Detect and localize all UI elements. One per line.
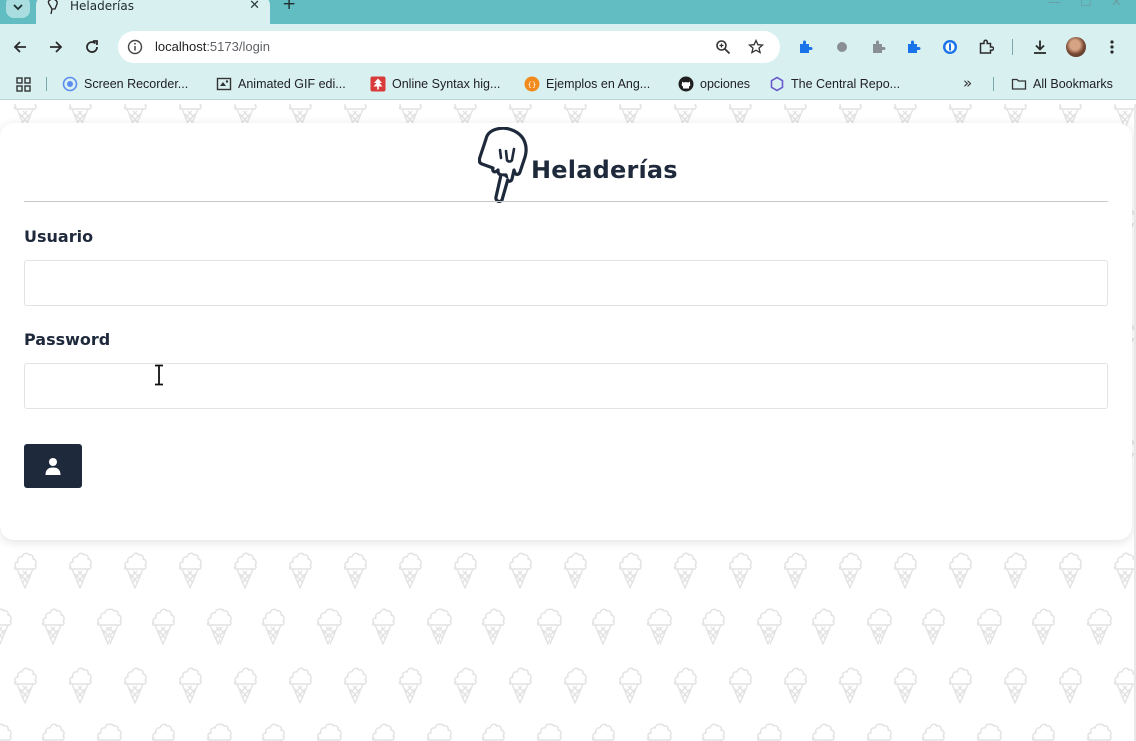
zoom-icon[interactable] xyxy=(715,39,731,55)
bookmarks-separator xyxy=(993,77,994,91)
apps-grid-icon[interactable] xyxy=(16,77,31,92)
usuario-label: Usuario xyxy=(24,227,94,246)
tab-title: Heladerías xyxy=(70,0,134,13)
window-close-icon[interactable]: ✕ xyxy=(1111,0,1122,10)
close-tab-icon[interactable]: ✕ xyxy=(249,0,260,13)
password-input[interactable] xyxy=(24,363,1108,409)
bookmark-animated-gif[interactable]: Animated GIF edi... xyxy=(216,76,346,92)
gif-editor-icon xyxy=(216,77,232,91)
password-label: Password xyxy=(24,330,111,349)
download-icon[interactable] xyxy=(1032,39,1048,55)
tab-strip: Heladerías ✕ + — ☐ ✕ xyxy=(0,0,1136,24)
brand: Heladerías xyxy=(478,127,678,203)
more-menu-icon[interactable] xyxy=(1104,39,1120,55)
ejemplos-icon: {} xyxy=(524,76,540,92)
user-icon xyxy=(45,458,61,475)
popsicle-favicon-icon xyxy=(47,0,58,15)
brand-title: Heladerías xyxy=(531,156,678,184)
extension-puzzle-blue-icon[interactable] xyxy=(797,39,813,55)
tab-search-button[interactable] xyxy=(6,0,30,18)
usuario-input[interactable] xyxy=(24,260,1108,306)
active-tab[interactable]: Heladerías ✕ xyxy=(36,0,270,24)
bookmark-label: opciones xyxy=(700,77,751,91)
maximize-icon[interactable]: ☐ xyxy=(1080,0,1092,10)
forward-icon[interactable] xyxy=(46,37,66,57)
chrome-border xyxy=(0,99,1136,100)
bookmark-label: Animated GIF edi... xyxy=(238,77,346,91)
new-tab-icon[interactable]: + xyxy=(282,0,296,14)
more-bookmarks-icon[interactable]: » xyxy=(963,74,972,92)
bookmark-opciones[interactable]: opciones xyxy=(678,76,750,92)
chevron-down-icon xyxy=(13,4,23,11)
extension-puzzle-gray-icon[interactable] xyxy=(870,39,886,55)
bookmark-label: Screen Recorder... xyxy=(84,77,189,91)
page-viewport: Heladerías Usuario Password xyxy=(0,104,1134,741)
text-cursor-icon xyxy=(155,364,163,386)
address-text[interactable]: localhost:5173/login xyxy=(155,39,270,54)
bookmark-screen-recorder[interactable]: Screen Recorder... xyxy=(62,76,188,92)
bookmark-star-icon[interactable] xyxy=(748,39,764,55)
all-bookmarks-folder[interactable]: All Bookmarks xyxy=(1011,76,1113,92)
reload-icon[interactable] xyxy=(82,37,102,57)
hexagon-icon xyxy=(770,76,784,92)
minimize-icon[interactable]: — xyxy=(1048,0,1061,10)
bookmark-label: Ejemplos en Ang... xyxy=(546,77,651,91)
avatar[interactable] xyxy=(1066,37,1086,57)
bookmark-online-syntax[interactable]: Online Syntax hig... xyxy=(370,76,500,92)
tree-icon xyxy=(370,76,386,92)
all-bookmarks-label: All Bookmarks xyxy=(1033,77,1113,91)
github-icon xyxy=(678,76,694,92)
screen-recorder-icon xyxy=(62,76,78,92)
login-card: Heladerías Usuario Password xyxy=(0,123,1132,540)
folder-icon xyxy=(1011,78,1027,90)
bookmark-ejemplos-angular[interactable]: {} Ejemplos en Ang... xyxy=(524,76,650,92)
extension-puzzle-blue-icon-2[interactable] xyxy=(905,39,921,55)
extension-dot-icon[interactable] xyxy=(834,39,850,55)
svg-text:{}: {} xyxy=(528,81,537,89)
bookmark-label: Online Syntax hig... xyxy=(392,77,501,91)
login-submit-button[interactable] xyxy=(24,444,82,488)
back-icon[interactable] xyxy=(10,37,30,57)
browser-toolbar: localhost:5173/login xyxy=(0,24,1136,69)
popsicle-logo-icon xyxy=(478,127,528,203)
address-bar[interactable]: localhost:5173/login xyxy=(118,31,780,63)
bookmark-central-repo[interactable]: The Central Repo... xyxy=(769,76,900,92)
site-info-icon[interactable] xyxy=(127,39,143,55)
header-divider xyxy=(24,201,1108,202)
bookmark-label: The Central Repo... xyxy=(791,77,901,91)
bookmarks-bar: Screen Recorder... Animated GIF edi... O… xyxy=(0,69,1136,99)
bookmarks-separator xyxy=(46,77,47,91)
extensions-menu-icon[interactable] xyxy=(978,39,994,55)
toolbar-separator xyxy=(1012,39,1013,55)
password-manager-icon[interactable] xyxy=(942,39,958,55)
